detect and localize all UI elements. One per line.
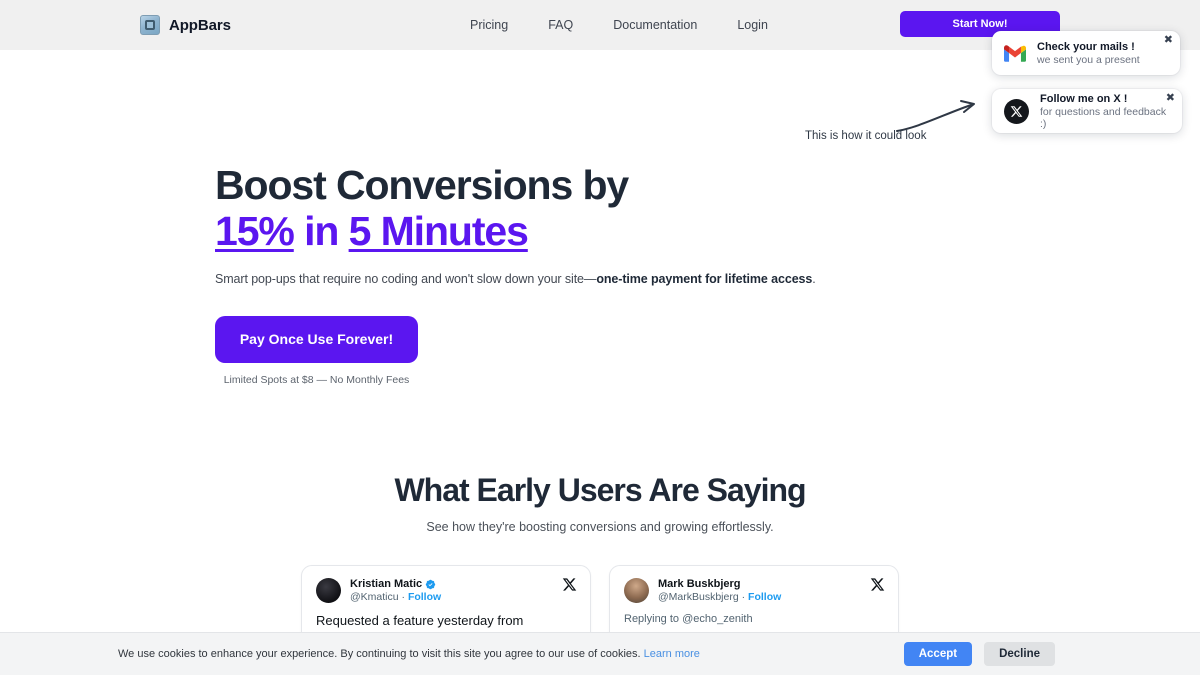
brand[interactable]: AppBars [140,15,231,35]
hero-note: Limited Spots at $8 — No Monthly Fees [223,373,410,386]
hero-subtitle-plain-1: Smart pop-ups that require no coding and… [215,271,597,286]
headline-mid-word: in [304,207,339,254]
gmail-icon [1004,44,1026,62]
card-header: Mark Buskbjerg @MarkBuskbjerg · Follow [624,578,884,603]
follow-link[interactable]: Follow [748,591,781,603]
learn-more-link[interactable]: Learn more [644,648,700,660]
notification-popup-x[interactable]: Follow me on X ! for questions and feedb… [992,89,1182,133]
accept-button[interactable]: Accept [903,642,973,666]
popup-x-title: Follow me on X ! [1040,92,1128,105]
annotation-label: This is how it could look [805,130,927,142]
card-identity: Mark Buskbjerg @MarkBuskbjerg · Follow [658,578,781,603]
cookie-banner-text: We use cookies to enhance your experienc… [118,648,700,660]
card-body-text: Requested a feature yesterday from [316,613,524,628]
close-icon[interactable]: ✖ [1166,93,1175,104]
hero-subtitle: Smart pop-ups that require no coding and… [215,272,816,286]
headline-accent-percent: 15% [215,207,295,254]
cookie-banner: We use cookies to enhance your experienc… [0,632,1200,675]
popup-x-texts: Follow me on X ! for questions and feedb… [1040,93,1170,130]
popup-x-subtitle: for questions and feedback :) [1040,105,1167,130]
hero-section: Boost Conversions by 15% in 5 Minutes Sm… [215,162,816,386]
hero-subtitle-plain-2: . [812,271,816,286]
popup-mail-texts: Check your mails ! we sent you a present [1037,41,1140,66]
nav-item-documentation[interactable]: Documentation [613,18,697,32]
testimonials-heading: What Early Users Are Saying [394,472,806,508]
cookie-message: We use cookies to enhance your experienc… [118,648,641,660]
page-title: Boost Conversions by 15% in 5 Minutes [215,162,816,255]
card-header: Kristian Matic @Kmaticu · Follow [316,578,576,603]
main-nav: Pricing FAQ Documentation Login [470,18,768,32]
app-square-icon [140,15,160,35]
decline-button[interactable]: Decline [984,642,1055,666]
nav-item-login[interactable]: Login [737,18,768,32]
card-author-name: Kristian Matic [350,578,441,590]
handle-text: @Kmaticu [350,591,399,603]
author-name-text: Mark Buskbjerg [658,578,741,590]
nav-item-pricing[interactable]: Pricing [470,18,508,32]
pay-once-button[interactable]: Pay Once Use Forever! [215,315,418,363]
nav-item-faq[interactable]: FAQ [548,18,573,32]
avatar [316,578,341,603]
card-identity: Kristian Matic @Kmaticu · Follow [350,578,441,603]
handle-separator: · [741,591,746,603]
testimonials-subheading: See how they're boosting conversions and… [426,520,774,534]
popup-mail-title: Check your mails ! [1037,40,1135,53]
headline-accent-time: 5 Minutes [348,207,529,254]
author-name-text: Kristian Matic [350,578,423,590]
card-handle: @MarkBuskbjerg · Follow [658,591,781,603]
close-icon[interactable]: ✖ [1164,35,1173,46]
card-body-text: Replying to @echo_zenith [624,613,753,625]
x-logo-icon [870,577,885,597]
avatar [624,578,649,603]
brand-name: AppBars [169,16,231,34]
headline-line-1: Boost Conversions by [215,162,629,208]
handle-separator: · [401,591,406,603]
curved-arrow-icon [896,100,975,132]
cookie-actions: Accept Decline [903,642,1055,666]
verified-badge-icon [425,579,436,589]
x-logo-icon [562,577,577,597]
card-handle: @Kmaticu · Follow [350,591,441,603]
card-author-name: Mark Buskbjerg [658,578,781,590]
testimonials-section: What Early Users Are Saying See how they… [0,472,1200,534]
follow-link[interactable]: Follow [408,591,441,603]
hero-subtitle-bold: one-time payment for lifetime access [596,271,813,286]
x-logo-icon [1004,98,1029,124]
notification-popup-mail[interactable]: Check your mails ! we sent you a present… [992,31,1180,75]
popup-mail-subtitle: we sent you a present [1037,53,1140,66]
landing-page: AppBars Pricing FAQ Documentation Login … [0,0,1200,675]
handle-text: @MarkBuskbjerg [658,591,739,603]
